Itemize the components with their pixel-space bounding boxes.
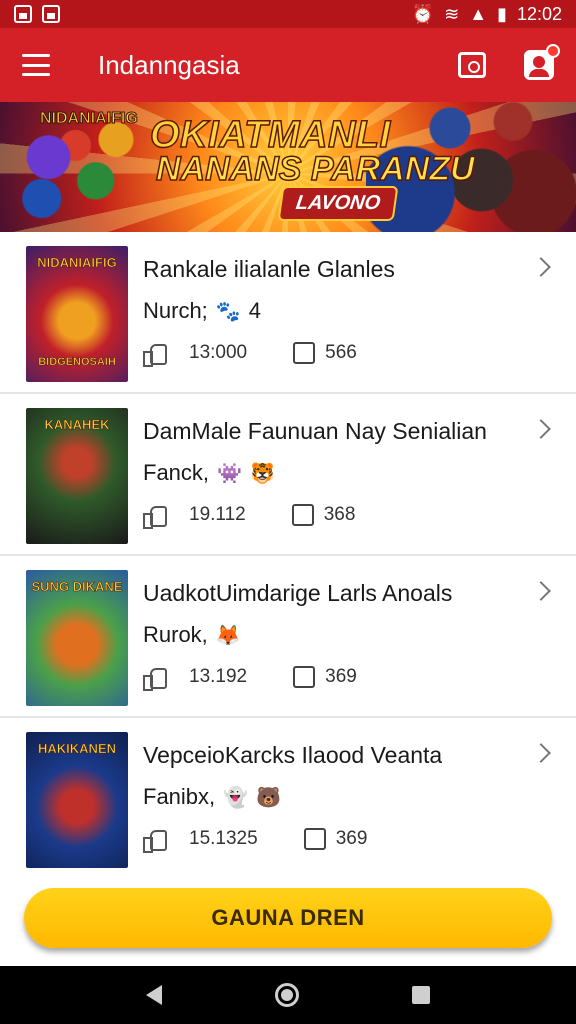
thumb-label: SUNG DIKANE bbox=[31, 579, 123, 594]
comment-icon[interactable] bbox=[303, 828, 326, 850]
game-thumbnail: KANAHEK bbox=[26, 408, 128, 544]
game-subtitle: Fanck, bbox=[143, 460, 210, 485]
game-thumbnail: SUNG DIKANE bbox=[26, 570, 128, 706]
like-icon[interactable] bbox=[143, 828, 167, 853]
wifi-icon: ≋ bbox=[444, 3, 460, 24]
game-card[interactable]: KANAHEK DamMale Faunuan Nay Senialian Fa… bbox=[0, 394, 576, 556]
like-count: 13:000 bbox=[189, 342, 248, 363]
game-subtitle-row: Nurch; 🐾 4 bbox=[143, 298, 261, 324]
camera-icon[interactable] bbox=[458, 52, 486, 78]
status-left bbox=[14, 5, 60, 23]
comment-icon[interactable] bbox=[291, 504, 314, 526]
game-card[interactable]: SUNG DIKANE UadkotUimdarige Larls Anoals… bbox=[0, 556, 576, 718]
alarm-icon: ⏰ bbox=[411, 3, 435, 24]
banner-pill: LAVONO bbox=[277, 186, 399, 221]
status-bar: ⏰ ≋ ▲ ▮ 12:02 bbox=[0, 0, 576, 28]
thumb-bottom: BIDGENOSAIH bbox=[38, 356, 116, 369]
game-card[interactable]: HAKIKANEN VepceioKarcks Ilaood Veanta Fa… bbox=[0, 718, 576, 868]
like-icon[interactable] bbox=[143, 342, 167, 367]
profile-button[interactable] bbox=[524, 44, 560, 80]
status-right: ⏰ ≋ ▲ ▮ 12:02 bbox=[412, 4, 562, 25]
creature-icon: 🐾 bbox=[215, 300, 241, 323]
home-icon[interactable] bbox=[274, 983, 299, 1007]
game-stats: 13.192 369 bbox=[143, 666, 357, 691]
game-title: UadkotUimdarige Larls Anoals bbox=[143, 580, 453, 606]
signal-icon: ▲ bbox=[469, 3, 488, 24]
banner-title: OKIATMANLI bbox=[149, 114, 391, 156]
cta-zone: GAUNA DREN bbox=[0, 868, 576, 966]
chevron-right-icon[interactable] bbox=[531, 581, 551, 601]
like-icon[interactable] bbox=[143, 504, 167, 529]
like-count: 13.192 bbox=[189, 666, 248, 687]
game-title: VepceioKarcks Ilaood Veanta bbox=[143, 742, 443, 768]
game-subtitle-extra: 4 bbox=[248, 298, 261, 323]
creature-icon: 🦊 bbox=[215, 624, 241, 647]
game-title: DamMale Faunuan Nay Senialian bbox=[143, 418, 487, 444]
promo-banner[interactable]: NIDANIAIFIG OKIATMANLI NANANS PARANZU LA… bbox=[0, 102, 576, 232]
like-count: 19.112 bbox=[189, 504, 246, 525]
monster-icon: 🐯 bbox=[249, 462, 275, 485]
game-subtitle: Fanibx, bbox=[143, 784, 216, 809]
game-subtitle: Nurch; bbox=[143, 298, 208, 323]
game-subtitle-row: Fanibx, 👻 🐻 bbox=[143, 784, 281, 810]
menu-icon[interactable] bbox=[22, 54, 50, 76]
monster-icon: 🐻 bbox=[256, 786, 281, 809]
system-nav-bar bbox=[0, 966, 576, 1024]
game-thumbnail: NIDANIAIFIG BIDGENOSAIH bbox=[26, 246, 128, 382]
back-icon[interactable] bbox=[146, 985, 163, 1005]
like-icon[interactable] bbox=[143, 666, 167, 691]
game-stats: 19.112 368 bbox=[143, 504, 356, 529]
comment-icon[interactable] bbox=[293, 666, 316, 688]
app-title: Indanngasia bbox=[98, 49, 240, 80]
game-subtitle-row: Fanck, 👾 🐯 bbox=[143, 460, 275, 486]
app-bar: Indanngasia bbox=[0, 28, 576, 102]
game-subtitle-row: Rurok, 🦊 bbox=[143, 622, 241, 648]
comment-count: 566 bbox=[325, 342, 357, 363]
primary-cta-button[interactable]: GAUNA DREN bbox=[24, 888, 552, 948]
image-icon bbox=[42, 5, 60, 23]
chevron-right-icon[interactable] bbox=[531, 257, 551, 277]
thumb-label: HAKIKANEN bbox=[38, 741, 117, 756]
status-time: 12:02 bbox=[516, 3, 562, 24]
recents-icon[interactable] bbox=[411, 986, 430, 1004]
game-title: Rankale ilialanle Glanles bbox=[143, 256, 395, 282]
thumb-label: NIDANIAIFIG bbox=[37, 255, 117, 270]
creature-icon: 👾 bbox=[217, 462, 242, 485]
game-stats: 15.1325 369 bbox=[143, 828, 368, 853]
banner-small-text: NIDANIAIFIG bbox=[40, 110, 139, 128]
chevron-right-icon[interactable] bbox=[531, 743, 551, 763]
comment-count: 369 bbox=[335, 828, 368, 849]
notification-icon bbox=[14, 5, 32, 23]
notification-badge bbox=[546, 44, 560, 58]
comment-icon[interactable] bbox=[293, 342, 316, 364]
app-actions bbox=[458, 44, 560, 80]
comment-count: 369 bbox=[325, 666, 357, 687]
banner-subtitle: NANANS PARANZU bbox=[155, 150, 475, 188]
thumb-label: KANAHEK bbox=[44, 417, 110, 432]
game-card[interactable]: NIDANIAIFIG BIDGENOSAIH Rankale ilialanl… bbox=[0, 232, 576, 394]
game-subtitle: Rurok, bbox=[143, 622, 208, 647]
comment-count: 368 bbox=[323, 504, 356, 525]
game-thumbnail: HAKIKANEN bbox=[26, 732, 128, 868]
battery-icon: ▮ bbox=[497, 3, 507, 24]
chevron-right-icon[interactable] bbox=[531, 419, 551, 439]
like-count: 15.1325 bbox=[189, 828, 258, 849]
game-list: NIDANIAIFIG BIDGENOSAIH Rankale ilialanl… bbox=[0, 232, 576, 868]
game-stats: 13:000 566 bbox=[143, 342, 357, 367]
creature-icon: 👻 bbox=[223, 786, 249, 809]
